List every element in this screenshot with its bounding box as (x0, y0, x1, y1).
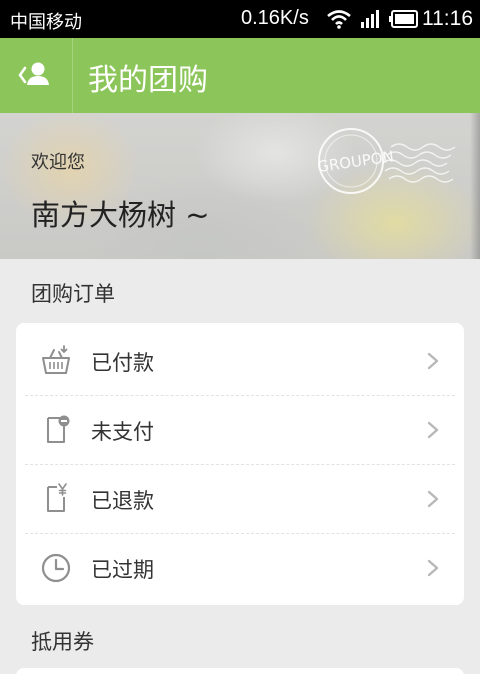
clock: 11:16 (422, 7, 473, 30)
back-button[interactable] (0, 38, 72, 113)
carrier-name: 中国移动 (10, 12, 82, 33)
order-row-label: 未支付 (91, 420, 154, 444)
back-user-icon (18, 62, 49, 85)
banner-edge-shadow (470, 113, 480, 259)
chevron-right-icon (427, 490, 439, 508)
coupons-card (16, 668, 464, 674)
groupon-stamp-icon: GROUPON (316, 128, 456, 194)
order-row-refunded[interactable]: 已退款 (16, 464, 464, 533)
order-row-label: 已退款 (91, 489, 154, 513)
wifi-icon (327, 10, 351, 29)
title-divider (72, 38, 73, 113)
battery-icon (389, 10, 418, 28)
order-row-label: 已付款 (91, 351, 154, 375)
signal-icon (361, 10, 379, 28)
network-speed: 0.16K/s (241, 7, 309, 29)
profile-banner: 欢迎您 南方大杨树 ~ GROUPON (0, 113, 480, 259)
status-bar: 中国移动 0.16K/s 11:16 (0, 0, 480, 38)
clock-icon (41, 553, 71, 583)
order-row-unpaid[interactable]: 未支付 (16, 395, 464, 464)
user-name: 南方大杨树 ~ (31, 198, 210, 232)
document-yen-icon (47, 483, 67, 512)
order-row-expired[interactable]: 已过期 (16, 533, 464, 602)
chevron-right-icon (427, 421, 439, 439)
welcome-text: 欢迎您 (31, 152, 85, 173)
coupons-section-heading: 抵用券 (31, 630, 94, 654)
orders-card: 已付款 未支付 已退款 已过期 (16, 323, 464, 605)
chevron-right-icon (427, 352, 439, 370)
basket-icon (42, 345, 70, 374)
title-bar: 我的团购 (0, 38, 480, 113)
order-row-paid[interactable]: 已付款 (16, 326, 464, 395)
order-row-label: 已过期 (91, 558, 154, 582)
page-title: 我的团购 (88, 63, 208, 98)
svg-text:GROUPON: GROUPON (316, 147, 395, 176)
orders-section-heading: 团购订单 (31, 282, 115, 306)
document-minus-icon (47, 415, 70, 443)
chevron-right-icon (427, 559, 439, 577)
